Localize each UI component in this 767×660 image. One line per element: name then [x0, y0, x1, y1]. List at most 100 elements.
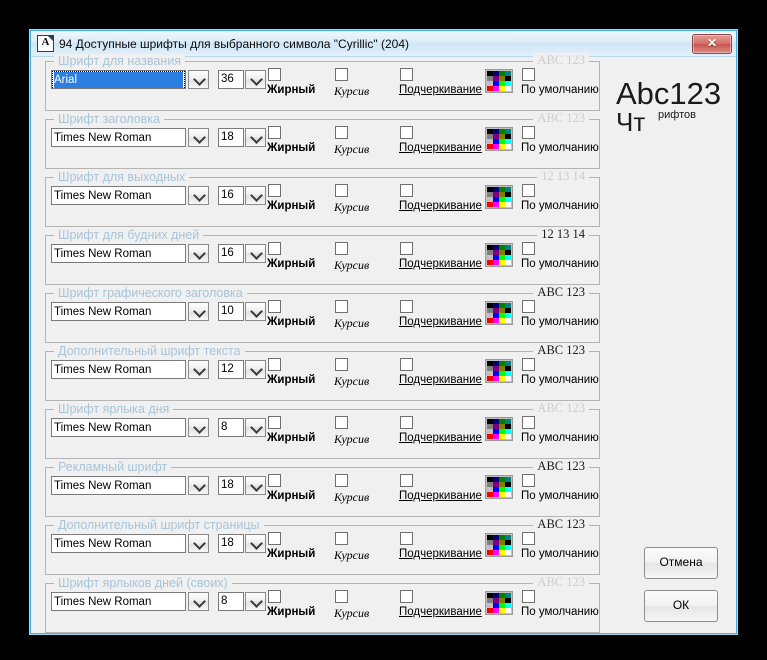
- italic-checkbox[interactable]: Курсив: [334, 242, 369, 273]
- font-size-chevron-down-icon[interactable]: [245, 534, 266, 553]
- font-size-chevron-down-icon[interactable]: [245, 476, 266, 495]
- font-family-chevron-down-icon[interactable]: [188, 592, 209, 611]
- cancel-button[interactable]: Отмена: [644, 547, 718, 579]
- font-size-input[interactable]: 10: [218, 302, 244, 321]
- italic-checkbox-box[interactable]: [335, 68, 348, 81]
- italic-checkbox[interactable]: Курсив: [334, 126, 369, 157]
- color-picker-swatch[interactable]: [485, 475, 513, 499]
- font-size-chevron-down-icon[interactable]: [245, 70, 266, 89]
- color-swatch-cell[interactable]: [505, 492, 511, 497]
- italic-checkbox-box[interactable]: [335, 590, 348, 603]
- font-size-chevron-down-icon[interactable]: [245, 186, 266, 205]
- font-size-chevron-down-icon[interactable]: [245, 244, 266, 263]
- use-default-checkbox-box[interactable]: [522, 358, 535, 371]
- underline-checkbox-box[interactable]: [400, 358, 413, 371]
- bold-checkbox-box[interactable]: [268, 184, 281, 197]
- use-default-checkbox[interactable]: По умолчанию: [521, 532, 599, 560]
- italic-checkbox-box[interactable]: [335, 358, 348, 371]
- font-family-chevron-down-icon[interactable]: [188, 534, 209, 553]
- bold-checkbox-box[interactable]: [268, 590, 281, 603]
- italic-checkbox[interactable]: Курсив: [334, 300, 369, 331]
- use-default-checkbox[interactable]: По умолчанию: [521, 590, 599, 618]
- color-swatch-cell[interactable]: [505, 144, 511, 149]
- underline-checkbox-box[interactable]: [400, 184, 413, 197]
- use-default-checkbox-box[interactable]: [522, 590, 535, 603]
- bold-checkbox[interactable]: Жирный: [267, 532, 315, 560]
- font-family-combo[interactable]: Times New Roman: [51, 302, 186, 321]
- use-default-checkbox[interactable]: По умолчанию: [521, 242, 599, 270]
- font-family-combo[interactable]: Times New Roman: [51, 360, 186, 379]
- underline-checkbox-box[interactable]: [400, 68, 413, 81]
- bold-checkbox[interactable]: Жирный: [267, 474, 315, 502]
- font-size-input[interactable]: 18: [218, 534, 244, 553]
- underline-checkbox[interactable]: Подчеркивание: [399, 242, 482, 270]
- bold-checkbox-box[interactable]: [268, 358, 281, 371]
- font-family-chevron-down-icon[interactable]: [188, 186, 209, 205]
- underline-checkbox-box[interactable]: [400, 242, 413, 255]
- underline-checkbox-box[interactable]: [400, 474, 413, 487]
- font-family-chevron-down-icon[interactable]: [188, 360, 209, 379]
- bold-checkbox-box[interactable]: [268, 474, 281, 487]
- font-size-input[interactable]: 18: [218, 476, 244, 495]
- bold-checkbox-box[interactable]: [268, 300, 281, 313]
- font-size-chevron-down-icon[interactable]: [245, 418, 266, 437]
- font-family-chevron-down-icon[interactable]: [188, 418, 209, 437]
- bold-checkbox-box[interactable]: [268, 126, 281, 139]
- font-size-input[interactable]: 8: [218, 592, 244, 611]
- color-swatch-cell[interactable]: [505, 550, 511, 555]
- use-default-checkbox-box[interactable]: [522, 300, 535, 313]
- color-picker-swatch[interactable]: [485, 127, 513, 151]
- use-default-checkbox-box[interactable]: [522, 474, 535, 487]
- bold-checkbox[interactable]: Жирный: [267, 184, 315, 212]
- italic-checkbox[interactable]: Курсив: [334, 184, 369, 215]
- color-picker-swatch[interactable]: [485, 359, 513, 383]
- font-family-combo[interactable]: Times New Roman: [51, 186, 186, 205]
- color-picker-swatch[interactable]: [485, 591, 513, 615]
- bold-checkbox-box[interactable]: [268, 532, 281, 545]
- use-default-checkbox-box[interactable]: [522, 126, 535, 139]
- color-swatch-cell[interactable]: [505, 202, 511, 207]
- close-icon[interactable]: ✕: [692, 34, 732, 54]
- use-default-checkbox-box[interactable]: [522, 184, 535, 197]
- color-swatch-cell[interactable]: [505, 608, 511, 613]
- italic-checkbox-box[interactable]: [335, 242, 348, 255]
- color-picker-swatch[interactable]: [485, 243, 513, 267]
- underline-checkbox[interactable]: Подчеркивание: [399, 532, 482, 560]
- font-size-chevron-down-icon[interactable]: [245, 360, 266, 379]
- color-swatch-cell[interactable]: [505, 86, 511, 91]
- font-size-chevron-down-icon[interactable]: [245, 302, 266, 321]
- font-family-combo[interactable]: Times New Roman: [51, 476, 186, 495]
- color-swatch-cell[interactable]: [505, 376, 511, 381]
- bold-checkbox-box[interactable]: [268, 416, 281, 429]
- underline-checkbox[interactable]: Подчеркивание: [399, 184, 482, 212]
- font-size-chevron-down-icon[interactable]: [245, 128, 266, 147]
- font-family-combo[interactable]: Times New Roman: [51, 534, 186, 553]
- bold-checkbox[interactable]: Жирный: [267, 68, 315, 96]
- use-default-checkbox[interactable]: По умолчанию: [521, 126, 599, 154]
- italic-checkbox[interactable]: Курсив: [334, 474, 369, 505]
- color-swatch-cell[interactable]: [505, 260, 511, 265]
- underline-checkbox[interactable]: Подчеркивание: [399, 68, 482, 96]
- use-default-checkbox[interactable]: По умолчанию: [521, 416, 599, 444]
- font-size-input[interactable]: 18: [218, 128, 244, 147]
- bold-checkbox-box[interactable]: [268, 242, 281, 255]
- font-family-chevron-down-icon[interactable]: [188, 244, 209, 263]
- font-size-input[interactable]: 8: [218, 418, 244, 437]
- font-family-chevron-down-icon[interactable]: [188, 302, 209, 321]
- underline-checkbox-box[interactable]: [400, 590, 413, 603]
- use-default-checkbox[interactable]: По умолчанию: [521, 184, 599, 212]
- underline-checkbox[interactable]: Подчеркивание: [399, 416, 482, 444]
- italic-checkbox-box[interactable]: [335, 300, 348, 313]
- color-picker-swatch[interactable]: [485, 69, 513, 93]
- font-family-combo[interactable]: Arial: [51, 70, 186, 89]
- bold-checkbox[interactable]: Жирный: [267, 358, 315, 386]
- use-default-checkbox-box[interactable]: [522, 68, 535, 81]
- underline-checkbox[interactable]: Подчеркивание: [399, 126, 482, 154]
- italic-checkbox[interactable]: Курсив: [334, 532, 369, 563]
- font-size-input[interactable]: 36: [218, 70, 244, 89]
- ok-button[interactable]: ОК: [644, 590, 718, 622]
- bold-checkbox[interactable]: Жирный: [267, 242, 315, 270]
- font-family-combo[interactable]: Times New Roman: [51, 128, 186, 147]
- italic-checkbox-box[interactable]: [335, 416, 348, 429]
- color-swatch-cell[interactable]: [505, 318, 511, 323]
